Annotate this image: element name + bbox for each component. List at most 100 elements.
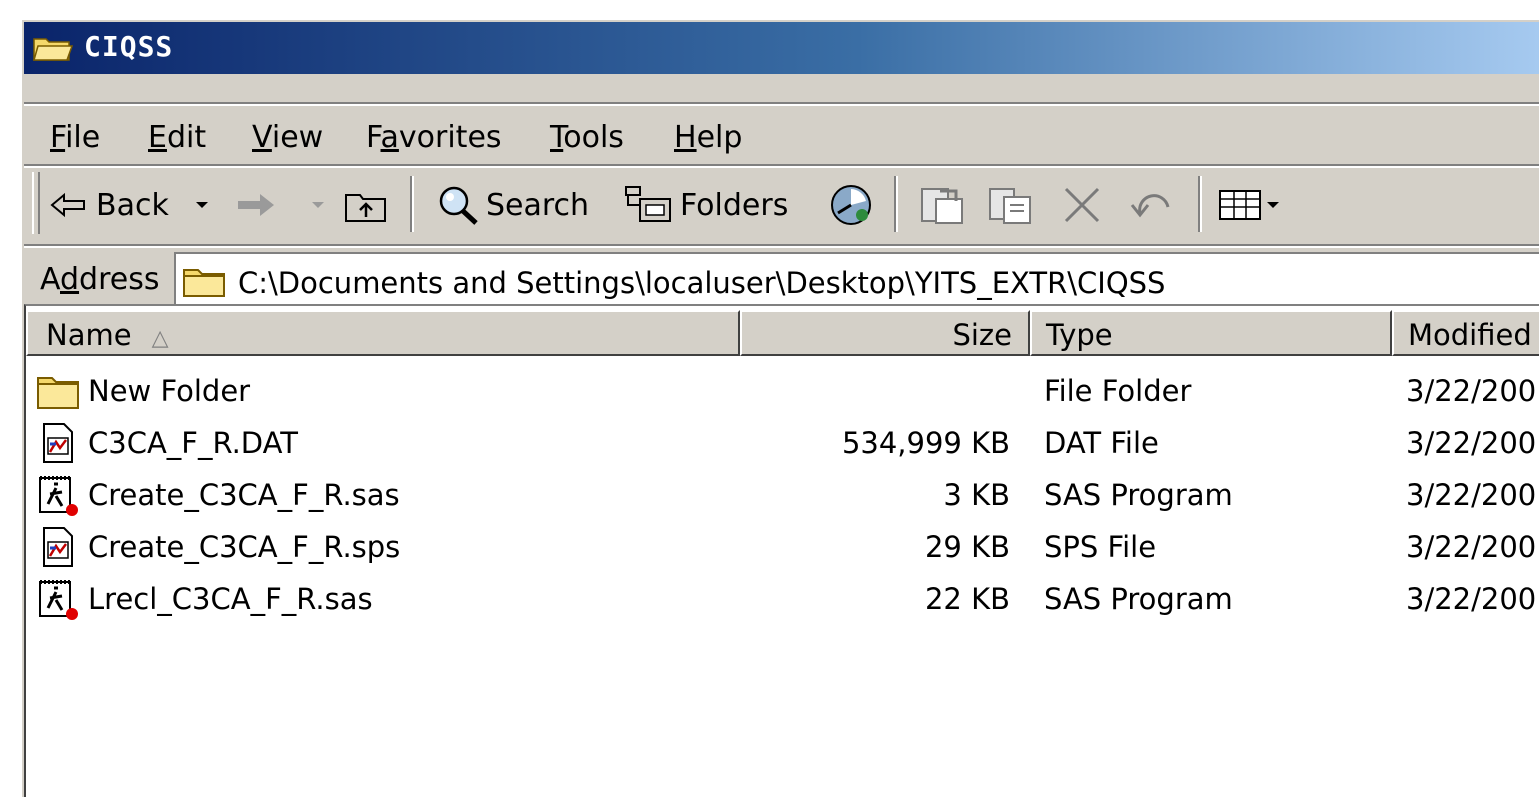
file-size: 534,999 KB: [841, 426, 1010, 460]
views-details-icon: [1219, 190, 1261, 220]
file-row[interactable]: New Folder File Folder 3/22/200: [26, 366, 1539, 416]
folder-icon: [37, 377, 79, 409]
column-type-label: Type: [1046, 318, 1113, 352]
sas-file-icon: [39, 476, 78, 516]
column-header-row: Name △ Size Type Modified: [26, 310, 1539, 358]
back-label: Back: [96, 187, 169, 223]
copy-to-icon: [989, 188, 1031, 224]
menu-favorites-pre: F: [366, 120, 381, 155]
title-bar[interactable]: CIQSS: [24, 22, 1539, 74]
file-row[interactable]: Create_C3CA_F_R.sps 29 KB SPS File 3/22/…: [26, 522, 1539, 572]
menu-favorites-mnemonic: a: [380, 120, 399, 155]
search-label: Search: [486, 187, 590, 223]
menu-view[interactable]: View: [252, 120, 323, 155]
menu-bar: File Edit View Favorites Tools Help: [24, 104, 1539, 164]
menu-file[interactable]: File: [50, 120, 100, 155]
up-folder-icon: [345, 194, 386, 222]
menu-help-rest: elp: [696, 120, 743, 155]
menu-edit-rest: dit: [166, 120, 207, 155]
search-button[interactable]: Search: [434, 180, 589, 230]
menu-file-rest: ile: [65, 120, 101, 155]
file-type: SAS Program: [1044, 478, 1233, 512]
chevron-down-icon: [1267, 202, 1279, 208]
address-label: Address: [40, 262, 159, 297]
file-size: 3 KB: [943, 478, 1010, 512]
file-name: C3CA_F_R.DAT: [88, 426, 298, 460]
menu-file-mnemonic: F: [50, 120, 66, 155]
back-button[interactable]: Back: [48, 180, 169, 230]
folder-open-icon: [33, 38, 74, 61]
file-row[interactable]: Create_C3CA_F_R.sas 3 KB SAS Program 3/2…: [26, 470, 1539, 520]
column-header-modified[interactable]: Modified: [1392, 310, 1539, 356]
toolbar-separator-1: [410, 176, 414, 232]
column-header-size[interactable]: Size: [740, 310, 1030, 356]
menu-edit-mnemonic: E: [148, 120, 167, 155]
undo-button[interactable]: [1128, 180, 1176, 230]
menu-edit[interactable]: Edit: [148, 120, 206, 155]
file-modified: 3/22/200: [1406, 426, 1537, 460]
chevron-down-icon: [196, 202, 208, 208]
data-file-icon: [43, 527, 73, 567]
file-modified: 3/22/200: [1406, 582, 1537, 616]
menu-view-mnemonic: V: [252, 120, 272, 155]
file-type: DAT File: [1044, 426, 1159, 460]
folders-label: Folders: [680, 187, 789, 223]
up-folder-button[interactable]: [342, 180, 390, 230]
column-name-label: Name: [46, 318, 132, 352]
menu-tools-mnemonic: T: [550, 120, 564, 155]
file-name: Lrecl_C3CA_F_R.sas: [88, 582, 373, 616]
file-type: File Folder: [1044, 374, 1192, 408]
views-button[interactable]: [1218, 180, 1282, 230]
address-label-rest: dress: [79, 262, 160, 297]
file-row[interactable]: C3CA_F_R.DAT 534,999 KB DAT File 3/22/20…: [26, 418, 1539, 468]
folders-button[interactable]: Folders: [624, 180, 788, 230]
data-file-icon: [43, 423, 73, 463]
column-modified-label: Modified: [1408, 318, 1532, 352]
menu-view-rest: iew: [271, 120, 324, 155]
menu-favorites-rest: vorites: [398, 120, 502, 155]
history-icon: [831, 185, 871, 225]
column-header-name[interactable]: Name △: [26, 310, 740, 356]
menu-favorites[interactable]: Favorites: [366, 120, 502, 155]
delete-x-icon: [1064, 187, 1100, 223]
copy-to-button[interactable]: [986, 180, 1034, 230]
folder-icon: [183, 269, 225, 297]
file-row[interactable]: Lrecl_C3CA_F_R.sas 22 KB SAS Program 3/2…: [26, 574, 1539, 624]
address-path: C:\Documents and Settings\localuser\Desk…: [238, 266, 1166, 300]
chevron-down-icon: [312, 202, 324, 208]
sas-file-icon: [39, 580, 78, 620]
file-modified: 3/22/200: [1406, 478, 1537, 512]
file-type: SAS Program: [1044, 582, 1233, 616]
move-to-button[interactable]: [918, 180, 966, 230]
back-arrow-icon: [50, 192, 85, 218]
file-type: SPS File: [1044, 530, 1157, 564]
delete-button[interactable]: [1060, 180, 1104, 230]
menu-help-mnemonic: H: [674, 120, 697, 155]
file-size: 29 KB: [924, 530, 1010, 564]
file-name: Create_C3CA_F_R.sas: [88, 478, 400, 512]
file-modified: 3/22/200: [1406, 530, 1537, 564]
column-header-type[interactable]: Type: [1030, 310, 1392, 356]
file-name: Create_C3CA_F_R.sps: [88, 530, 401, 564]
window-title: CIQSS: [84, 30, 174, 63]
menu-help[interactable]: Help: [674, 120, 742, 155]
history-button[interactable]: [824, 180, 878, 230]
toolbar-grip[interactable]: [32, 172, 40, 234]
undo-icon: [1130, 194, 1170, 218]
toolbar: Back Search Folders: [24, 168, 1539, 246]
file-name: New Folder: [88, 374, 251, 408]
column-size-label: Size: [952, 318, 1012, 352]
address-label-pre: A: [40, 262, 60, 297]
menu-tools[interactable]: Tools: [550, 120, 624, 155]
forward-dropdown-button[interactable]: [308, 180, 328, 230]
forward-button[interactable]: [234, 180, 278, 230]
file-modified: 3/22/200: [1406, 374, 1537, 408]
menu-tools-rest: ools: [563, 120, 624, 155]
search-icon: [439, 186, 478, 225]
toolbar-separator-2: [894, 176, 898, 232]
forward-arrow-icon: [238, 194, 274, 216]
folders-tree-icon: [625, 186, 671, 222]
address-input[interactable]: C:\Documents and Settings\localuser\Desk…: [174, 252, 1539, 310]
file-list[interactable]: Name △ Size Type Modified New Folder File…: [24, 304, 1539, 797]
back-dropdown-button[interactable]: [192, 180, 212, 230]
